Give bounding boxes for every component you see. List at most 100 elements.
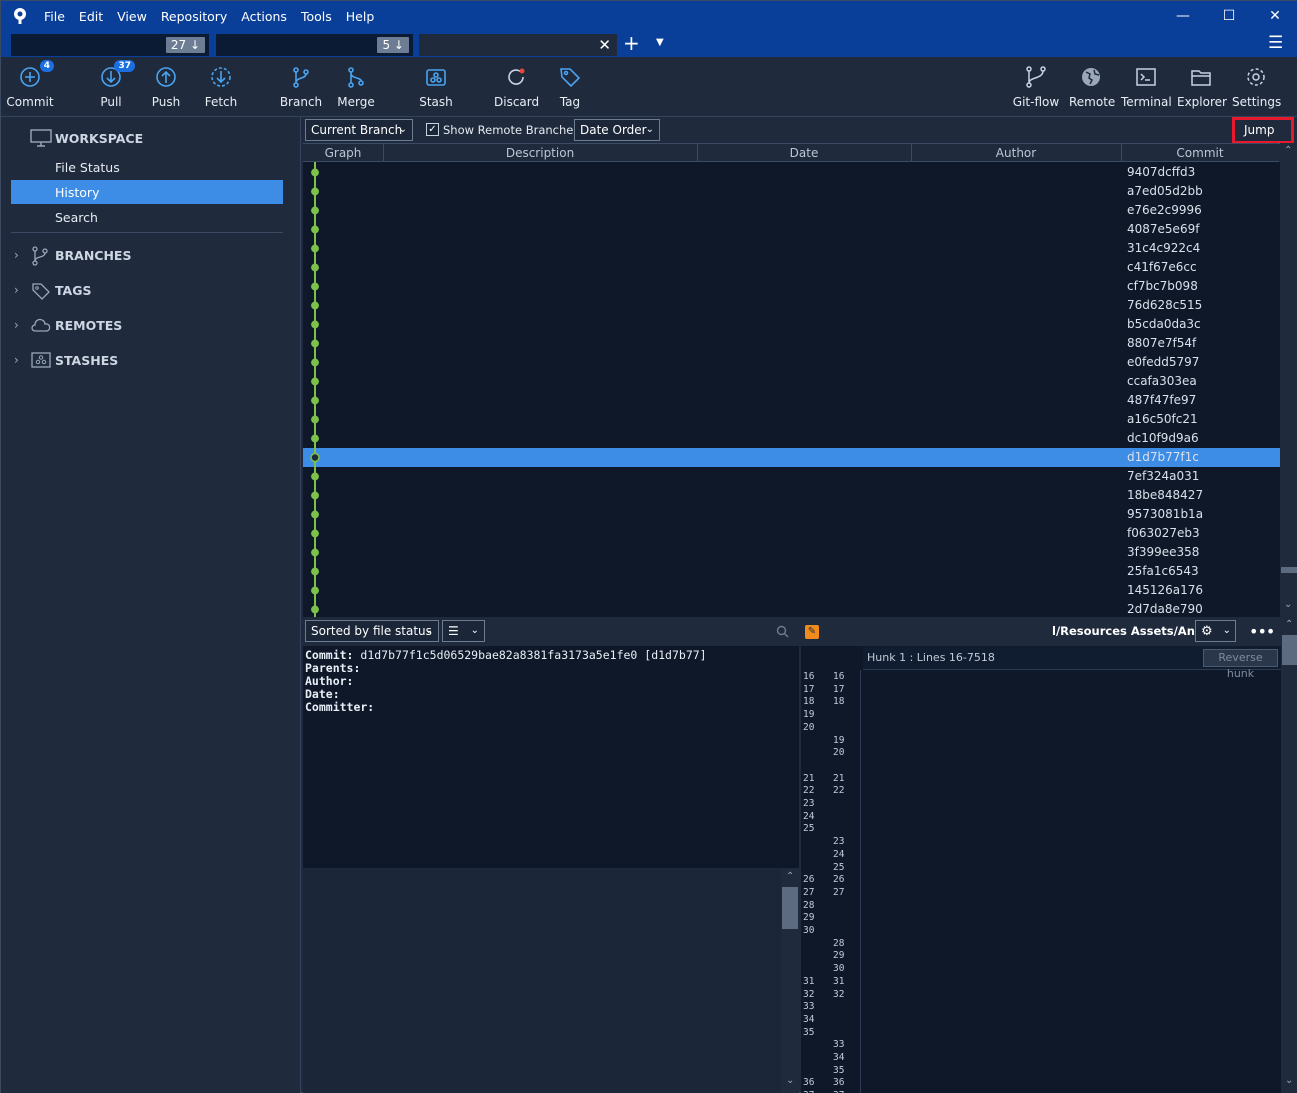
tag-button[interactable]: Tag xyxy=(553,65,587,109)
discard-icon xyxy=(508,68,525,85)
repo-tab-2[interactable]: 5 ↓ xyxy=(216,34,413,56)
branch-filter-dropdown[interactable]: Current Branch ⌄ xyxy=(305,119,413,141)
commit-row[interactable]: d1d7b77f1c xyxy=(303,448,1280,467)
sidebar-item-history[interactable] xyxy=(11,180,283,204)
commit-row[interactable]: 9407dcffd3 xyxy=(303,163,1280,182)
sidebar-item-file-status[interactable]: File Status xyxy=(55,160,120,175)
branch-button[interactable]: Branch xyxy=(279,65,323,109)
scroll-up-icon[interactable]: ⌃ xyxy=(1284,145,1292,156)
settings-button[interactable]: Settings xyxy=(1232,65,1281,109)
scroll-up-icon[interactable]: ⌃ xyxy=(1285,619,1293,630)
repo-tab-active[interactable]: ✕ xyxy=(419,34,617,56)
scroll-up-icon[interactable]: ⌃ xyxy=(786,871,794,882)
chevron-right-icon[interactable]: › xyxy=(14,318,19,332)
jump-to-field[interactable]: Jump to: xyxy=(1232,117,1294,158)
close-window-button[interactable]: ✕ xyxy=(1265,8,1285,24)
history-scrollbar[interactable]: ⌃ ⌄ xyxy=(1280,143,1297,617)
commit-row[interactable]: 18be848427 xyxy=(303,486,1280,505)
commit-row[interactable]: 7ef324a031 xyxy=(303,467,1280,486)
maximize-button[interactable]: ☐ xyxy=(1219,8,1239,24)
chevron-right-icon[interactable]: › xyxy=(14,353,19,367)
commit-row[interactable]: 145126a176 xyxy=(303,581,1280,600)
edit-file-icon[interactable]: ✎ xyxy=(805,625,819,639)
commit-row[interactable]: dc10f9d9a6 xyxy=(303,429,1280,448)
scroll-thumb[interactable] xyxy=(1282,635,1297,665)
view-mode-dropdown[interactable]: ☰ ⌄ xyxy=(442,620,485,642)
scroll-down-icon[interactable]: ⌄ xyxy=(786,1075,794,1086)
col-commit[interactable]: Commit xyxy=(1121,146,1279,160)
col-graph[interactable]: Graph xyxy=(303,146,383,160)
commit-row[interactable]: 31c4c922c4 xyxy=(303,239,1280,258)
workspace-heading[interactable]: WORKSPACE xyxy=(55,131,143,146)
commit-row[interactable]: 3f399ee358 xyxy=(303,543,1280,562)
commit-row[interactable]: c41f67e6cc xyxy=(303,258,1280,277)
menu-file[interactable]: File xyxy=(37,9,72,25)
col-date[interactable]: Date xyxy=(697,146,911,160)
commit-row[interactable]: cf7bc7b098 xyxy=(303,277,1280,296)
commit-row[interactable]: 2d7da8e790 xyxy=(303,600,1280,617)
chevron-right-icon[interactable]: › xyxy=(14,283,19,297)
chevron-down-icon: ⌄ xyxy=(470,625,479,636)
merge-button[interactable]: Merge xyxy=(334,65,378,109)
commit-hash-value[interactable]: d1d7b77f1c5d06529bae82a8381fa3173a5e1fe0… xyxy=(360,648,706,662)
menu-help[interactable]: Help xyxy=(339,9,382,25)
sort-dropdown[interactable]: Sorted by file status ⌄ xyxy=(305,620,439,642)
commit-row[interactable]: 4087e5e69f xyxy=(303,220,1280,239)
push-button[interactable]: Push xyxy=(146,65,186,109)
menu-edit[interactable]: Edit xyxy=(72,9,110,25)
col-description[interactable]: Description xyxy=(383,146,697,160)
changed-files-list[interactable] xyxy=(303,869,781,1093)
col-author[interactable]: Author xyxy=(911,146,1121,160)
file-list-scrollbar[interactable]: ⌃ ⌄ xyxy=(781,869,799,1093)
commit-row[interactable]: a16c50fc21 xyxy=(303,410,1280,429)
commit-row[interactable]: ccafa303ea xyxy=(303,372,1280,391)
section-tags[interactable]: TAGS xyxy=(55,283,92,298)
more-options-icon[interactable]: ••• xyxy=(1249,622,1275,641)
diff-options-dropdown[interactable]: ⚙ ⌄ xyxy=(1195,620,1236,642)
commit-row[interactable]: 76d628c515 xyxy=(303,296,1280,315)
new-tab-button[interactable]: + xyxy=(623,32,640,54)
commit-row[interactable]: b5cda0da3c xyxy=(303,315,1280,334)
tab-list-dropdown-icon[interactable]: ▼ xyxy=(656,37,664,48)
gear-icon xyxy=(1247,68,1265,86)
reverse-hunk-button[interactable]: Reverse hunk xyxy=(1203,649,1278,680)
commit-row[interactable]: 487f47fe97 xyxy=(303,391,1280,410)
section-stashes[interactable]: STASHES xyxy=(55,353,118,368)
commit-row[interactable]: e0fedd5797 xyxy=(303,353,1280,372)
stash-button[interactable]: Stash xyxy=(416,65,456,109)
pull-button[interactable]: 37 Pull xyxy=(91,60,135,109)
commit-row[interactable]: a7ed05d2bb xyxy=(303,182,1280,201)
fetch-button[interactable]: Fetch xyxy=(201,65,241,109)
commit-button[interactable]: 4 Commit xyxy=(6,60,54,109)
section-remotes[interactable]: REMOTES xyxy=(55,318,122,333)
git-flow-button[interactable]: Git-flow xyxy=(1011,65,1061,109)
scroll-thumb[interactable] xyxy=(782,887,798,929)
commit-row[interactable]: f063027eb3 xyxy=(303,524,1280,543)
explorer-button[interactable]: Explorer xyxy=(1177,65,1227,109)
menu-tools[interactable]: Tools xyxy=(294,9,339,25)
discard-button[interactable]: Discard xyxy=(494,65,539,109)
menu-view[interactable]: View xyxy=(110,9,154,25)
commit-row[interactable]: 9573081b1a xyxy=(303,505,1280,524)
commit-row[interactable]: 25fa1c6543 xyxy=(303,562,1280,581)
commit-row[interactable]: e76e2c9996 xyxy=(303,201,1280,220)
repo-tab-1[interactable]: 27 ↓ xyxy=(11,34,209,56)
commit-row[interactable]: 8807e7f54f xyxy=(303,334,1280,353)
menu-repository[interactable]: Repository xyxy=(154,9,234,25)
scroll-thumb[interactable] xyxy=(1281,567,1297,573)
hamburger-menu-icon[interactable]: ☰ xyxy=(1268,34,1283,52)
order-dropdown[interactable]: Date Order ⌄ xyxy=(574,119,660,141)
show-remote-checkbox[interactable]: ✓ xyxy=(426,123,439,136)
section-branches[interactable]: BRANCHES xyxy=(55,248,131,263)
scroll-down-icon[interactable]: ⌄ xyxy=(1284,599,1292,610)
close-tab-icon[interactable]: ✕ xyxy=(598,36,611,54)
remote-button[interactable]: Remote xyxy=(1069,65,1115,109)
diff-scrollbar[interactable]: ⌃ ⌄ xyxy=(1281,617,1297,1093)
sidebar-item-search[interactable]: Search xyxy=(55,210,98,225)
minimize-button[interactable]: — xyxy=(1173,8,1193,24)
menu-actions[interactable]: Actions xyxy=(234,9,294,25)
search-icon[interactable] xyxy=(776,625,789,638)
scroll-down-icon[interactable]: ⌄ xyxy=(1285,1075,1293,1086)
terminal-button[interactable]: Terminal xyxy=(1121,65,1172,109)
chevron-right-icon[interactable]: › xyxy=(14,248,19,262)
